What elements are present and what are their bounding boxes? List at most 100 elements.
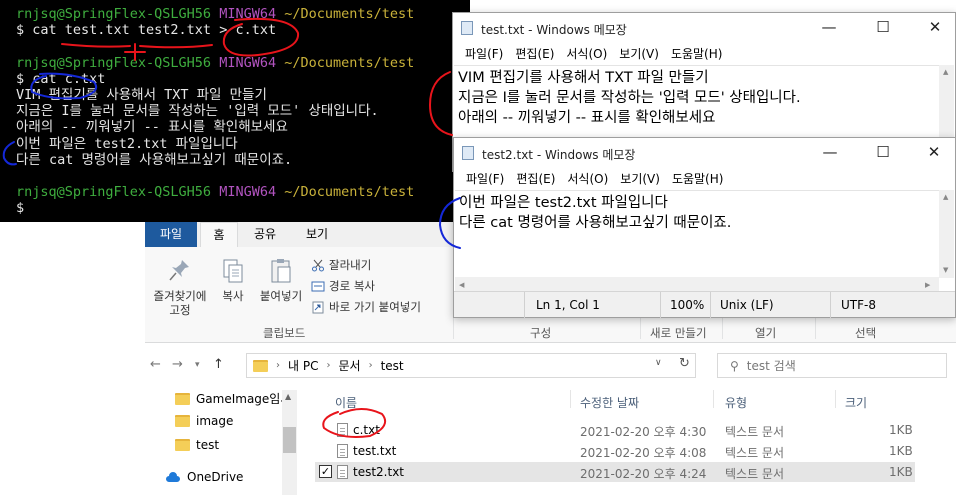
menu-view[interactable]: 보기(V) <box>613 43 665 65</box>
terminal-window[interactable]: rnjsq@SpringFlex-QSLGH56 MINGW64 ~/Docum… <box>0 0 470 222</box>
scroll-up-icon[interactable]: ▲ <box>285 392 291 401</box>
navigation-pane: GameImage임시 image test OneDrive ▲ <box>145 384 300 495</box>
terminal-output: 다른 cat 명령어를 사용해보고싶기 때문이죠. <box>16 151 293 168</box>
menu-edit[interactable]: 편집(E) <box>510 168 561 190</box>
terminal-command: $ cat c.txt <box>16 70 106 87</box>
status-divider <box>660 292 661 318</box>
nav-item-onedrive[interactable]: OneDrive <box>165 470 243 484</box>
column-divider <box>570 390 571 408</box>
terminal-output: VIM 편집기를 사용해서 TXT 파일 만들기 <box>16 86 267 103</box>
notepad-menu-bar: 파일(F) 편집(E) 서식(O) 보기(V) 도움말(H) <box>453 43 955 65</box>
tab-view[interactable]: 보기 <box>297 222 337 247</box>
address-dropdown-icon[interactable]: ∨ <box>655 358 662 368</box>
row-checkbox[interactable]: ✓ <box>319 465 332 478</box>
pin-to-quick-access-button[interactable]: 즐겨찾기에 고정 <box>149 257 211 317</box>
terminal-command: $ <box>16 200 25 217</box>
terminal-blank <box>16 38 470 54</box>
paste-shortcut-icon <box>312 301 324 313</box>
menu-format[interactable]: 서식(O) <box>561 168 614 190</box>
column-header-size[interactable]: 크기 <box>845 394 867 411</box>
breadcrumb-documents[interactable]: 문서 <box>338 357 360 374</box>
status-divider <box>524 292 525 318</box>
paste-button[interactable]: 붙여넣기 <box>255 257 307 303</box>
status-line-ending: Unix (LF) <box>720 298 774 312</box>
scissors-icon <box>312 259 324 271</box>
notepad-title-bar[interactable]: test2.txt - Windows 메모장 — ☐ ✕ <box>454 138 955 168</box>
notepad-text-area[interactable]: 이번 파일은 test2.txt 파일입니다 다른 cat 명령어를 사용해보고… <box>455 190 939 276</box>
address-bar[interactable]: › 내 PC › 문서 › test <box>246 353 696 378</box>
breadcrumb-this-pc[interactable]: 내 PC <box>288 357 318 374</box>
terminal-prompt-line: rnjsq@SpringFlex-QSLGH56 MINGW64 ~/Docum… <box>16 54 415 71</box>
window-title: test2.txt - Windows 메모장 <box>482 148 636 162</box>
terminal-command: $ cat test.txt test2.txt > c.txt <box>16 22 277 39</box>
search-input[interactable]: ⚲ test 검색 <box>717 353 947 378</box>
up-arrow-icon[interactable]: ↑ <box>213 357 224 372</box>
minimize-icon[interactable]: — <box>819 17 839 37</box>
column-divider <box>835 390 836 408</box>
table-row-selected[interactable]: ✓ test2.txt 2021-02-20 오후 4:24 텍스트 문서 1K… <box>315 462 915 482</box>
group-clipboard-label: 클립보드 <box>263 326 306 340</box>
breadcrumb-test[interactable]: test <box>381 359 404 373</box>
status-divider <box>710 292 711 318</box>
scroll-down-icon[interactable]: ▼ <box>943 266 948 274</box>
notepad-status-bar: Ln 1, Col 1 100% Unix (LF) UTF-8 <box>454 291 955 318</box>
nav-item-gameimage[interactable]: GameImage임시 <box>175 390 291 407</box>
folder-icon <box>175 392 190 405</box>
minimize-icon[interactable]: — <box>820 142 840 162</box>
close-icon[interactable]: ✕ <box>925 17 945 37</box>
scroll-up-icon[interactable]: ▲ <box>943 68 948 76</box>
status-encoding: UTF-8 <box>841 298 876 312</box>
nav-scrollbar[interactable]: ▲ <box>282 390 297 495</box>
maximize-icon[interactable]: ☐ <box>873 17 893 37</box>
notepad-test2-window[interactable]: test2.txt - Windows 메모장 — ☐ ✕ 파일(F) 편집(E… <box>453 137 956 318</box>
menu-file[interactable]: 파일(F) <box>460 168 510 190</box>
copy-button[interactable]: 복사 <box>217 257 249 303</box>
text-file-icon <box>337 423 348 437</box>
terminal-output: 아래의 -- 끼워넣기 -- 표시를 확인해보세요 <box>16 119 288 136</box>
back-arrow-icon[interactable]: ← <box>150 357 161 372</box>
table-row[interactable]: c.txt 2021-02-20 오후 4:30 텍스트 문서 1KB <box>315 420 915 440</box>
tab-share[interactable]: 공유 <box>245 222 285 247</box>
paste-shortcut-button[interactable]: 바로 가기 붙여넣기 <box>311 299 421 315</box>
close-icon[interactable]: ✕ <box>924 142 944 162</box>
menu-format[interactable]: 서식(O) <box>560 43 613 65</box>
terminal-output: 지금은 I를 눌러 문서를 작성하는 '입력 모드' 상태입니다. <box>16 103 379 120</box>
nav-scrollbar-thumb[interactable] <box>283 427 296 453</box>
menu-help[interactable]: 도움말(H) <box>666 168 730 190</box>
table-row[interactable]: test.txt 2021-02-20 오후 4:08 텍스트 문서 1KB <box>315 441 915 461</box>
column-header-date[interactable]: 수정한 날짜 <box>580 394 639 411</box>
menu-help[interactable]: 도움말(H) <box>665 43 729 65</box>
nav-item-image[interactable]: image <box>175 414 233 428</box>
file-list: 이름 수정한 날짜 유형 크기 c.txt 2021-02-20 오후 4:30… <box>305 384 956 495</box>
menu-file[interactable]: 파일(F) <box>459 43 509 65</box>
scroll-left-icon[interactable]: ◀ <box>459 281 464 289</box>
maximize-icon[interactable]: ☐ <box>873 142 893 162</box>
tab-home[interactable]: 홈 <box>200 222 238 247</box>
status-zoom: 100% <box>670 298 705 312</box>
forward-arrow-icon[interactable]: → <box>172 357 183 372</box>
notepad-menu-bar: 파일(F) 편집(E) 서식(O) 보기(V) 도움말(H) <box>454 168 955 190</box>
paste-icon <box>271 259 291 283</box>
tab-file[interactable]: 파일 <box>145 222 197 247</box>
scroll-up-icon[interactable]: ▲ <box>943 193 948 201</box>
terminal-blank <box>16 168 470 184</box>
vertical-scrollbar[interactable]: ▲ ▼ <box>939 190 954 278</box>
menu-view[interactable]: 보기(V) <box>614 168 666 190</box>
group-select-label: 선택 <box>855 326 877 340</box>
terminal-prompt-line: rnjsq@SpringFlex-QSLGH56 MINGW64 ~/Docum… <box>16 184 415 201</box>
recent-chevron-down-icon[interactable]: ▾ <box>195 360 200 370</box>
scroll-right-icon[interactable]: ▶ <box>925 281 930 289</box>
column-header-name[interactable]: 이름 <box>335 394 357 411</box>
nav-item-test[interactable]: test <box>175 438 219 452</box>
copy-path-icon <box>311 281 325 291</box>
cut-button[interactable]: 잘라내기 <box>311 257 371 273</box>
refresh-icon[interactable]: ↻ <box>679 356 690 371</box>
column-header-type[interactable]: 유형 <box>725 394 747 411</box>
notepad-title-bar[interactable]: test.txt - Windows 메모장 — ☐ ✕ <box>453 13 955 43</box>
menu-edit[interactable]: 편집(E) <box>509 43 560 65</box>
folder-icon <box>175 415 190 427</box>
notepad-icon <box>461 21 473 35</box>
chevron-right-icon: › <box>326 360 331 371</box>
text-file-icon <box>337 465 348 479</box>
copy-path-button[interactable]: 경로 복사 <box>311 278 375 294</box>
